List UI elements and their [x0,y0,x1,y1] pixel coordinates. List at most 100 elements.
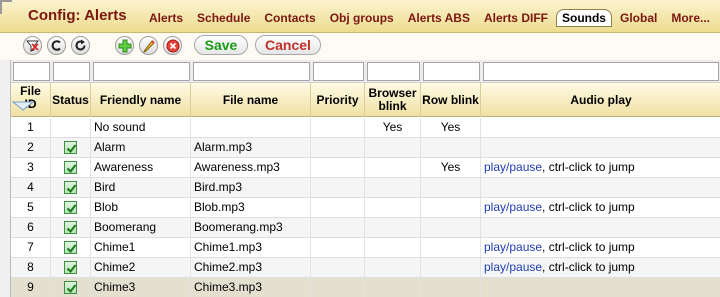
cell-browser-blink: Yes [365,118,421,137]
filter-browser-blink[interactable] [367,62,420,81]
filter-row-blink[interactable] [423,62,480,81]
play-pause-link[interactable]: play/pause [484,260,542,274]
clear-button[interactable] [47,36,66,55]
header-row: File ID Status Friendly name File name P… [11,83,720,117]
menu-schedule[interactable]: Schedule [191,10,256,26]
header-status[interactable]: Status [51,83,91,117]
table-row[interactable]: 1 No sound Yes Yes [11,118,720,138]
save-button[interactable]: Save [194,35,248,55]
menu-global[interactable]: Global [614,10,663,26]
cell-audio-play [481,118,720,137]
play-pause-link[interactable]: play/pause [484,200,542,214]
header-browser-blink[interactable]: Browser blink [365,83,421,117]
cell-status [51,198,91,217]
filter-file-name[interactable] [193,62,310,81]
cell-file-id: 2 [11,138,51,157]
cell-file-name: Chime1.mp3 [191,238,311,257]
header-audio-play[interactable]: Audio play [481,83,720,117]
table-row[interactable]: 9 Chime3 Chime3.mp3 [11,278,720,297]
cell-priority [311,218,365,237]
play-pause-link[interactable]: play/pause [484,240,542,254]
cell-priority [311,158,365,177]
filter-clear-icon [26,40,39,52]
checkmark-icon [66,184,77,194]
cell-audio-play: play/pause, ctrl-click to jump [481,198,720,217]
cell-browser-blink [365,218,421,237]
cell-priority [311,198,365,217]
cell-file-name: Awareness.mp3 [191,158,311,177]
filter-status[interactable] [53,62,90,81]
cell-audio-play [481,218,720,237]
cell-priority [311,138,365,157]
edit-icon [142,39,155,53]
status-checkbox[interactable] [64,181,77,194]
table-row[interactable]: 7 Chime1 Chime1.mp3 play/pause, ctrl-click … [11,238,720,258]
cell-friendly-name: Alarm [91,138,191,157]
table-row[interactable]: 8 Chime2 Chime2.mp3 play/pause, ctrl-click … [11,258,720,278]
cell-friendly-name: Blob [91,198,191,217]
status-checkbox[interactable] [64,221,77,234]
filter-file-id[interactable] [13,62,50,81]
status-checkbox[interactable] [64,281,77,294]
header-friendly-name[interactable]: Friendly name [91,83,191,117]
table-row[interactable]: 2 Alarm Alarm.mp3 [11,138,720,158]
cell-browser-blink [365,138,421,157]
header-file-name[interactable]: File name [191,83,311,117]
add-icon [118,39,131,52]
status-checkbox[interactable] [64,241,77,254]
cell-row-blink [421,138,481,157]
edit-button[interactable] [139,36,158,55]
cell-browser-blink [365,278,421,297]
header-row-blink[interactable]: Row blink [421,83,481,117]
delete-button[interactable] [163,36,182,55]
cell-file-id: 6 [11,218,51,237]
delete-icon [166,39,179,52]
table-row[interactable]: 5 Blob Blob.mp3 play/pause, ctrl-click to j… [11,198,720,218]
cell-status [51,118,91,137]
status-checkbox[interactable] [64,261,77,274]
filter-row [11,60,720,83]
cell-file-name: Chime2.mp3 [191,258,311,277]
cell-audio-play [481,278,720,297]
sort-ascending-icon [12,101,34,111]
cell-file-id: 9 [11,278,51,297]
refresh-button[interactable] [71,36,90,55]
cell-file-name: Alarm.mp3 [191,138,311,157]
filter-audio-play[interactable] [483,62,719,81]
filter-friendly-name[interactable] [93,62,190,81]
cell-status [51,258,91,277]
menu-more[interactable]: More... [665,10,716,26]
menu-alerts-diff[interactable]: Alerts DIFF [478,10,554,26]
table-row[interactable]: 4 Bird Bird.mp3 [11,178,720,198]
cell-audio-play: play/pause, ctrl-click to jump [481,158,720,177]
menu-alerts-abs[interactable]: Alerts ABS [402,10,476,26]
add-button[interactable] [115,36,134,55]
status-checkbox[interactable] [64,141,77,154]
cell-audio-play [481,178,720,197]
cell-file-id: 3 [11,158,51,177]
cell-friendly-name: Awareness [91,158,191,177]
filter-priority[interactable] [313,62,364,81]
status-checkbox[interactable] [64,161,77,174]
cell-status [51,218,91,237]
cell-priority [311,178,365,197]
status-checkbox[interactable] [64,201,77,214]
play-hint: , ctrl-click to jump [542,240,635,254]
play-hint: , ctrl-click to jump [542,160,635,174]
checkmark-icon [66,284,77,294]
filter-clear-button[interactable] [23,36,42,55]
cell-priority [311,238,365,257]
menu-contacts[interactable]: Contacts [258,10,321,26]
header-file-id[interactable]: File ID [11,83,51,117]
play-pause-link[interactable]: play/pause [484,160,542,174]
table-row[interactable]: 3 Awareness Awareness.mp3 Yes play/pause, ct… [11,158,720,178]
clear-icon [51,40,61,51]
header-priority[interactable]: Priority [311,83,365,117]
menu-alerts[interactable]: Alerts [143,10,189,26]
cell-status [51,138,91,157]
cancel-button[interactable]: Cancel [255,35,321,55]
cell-status [51,278,91,297]
table-row[interactable]: 6 Boomerang Boomerang.mp3 [11,218,720,238]
menu-sounds[interactable]: Sounds [555,9,612,27]
menu-obj-groups[interactable]: Obj groups [324,10,400,26]
